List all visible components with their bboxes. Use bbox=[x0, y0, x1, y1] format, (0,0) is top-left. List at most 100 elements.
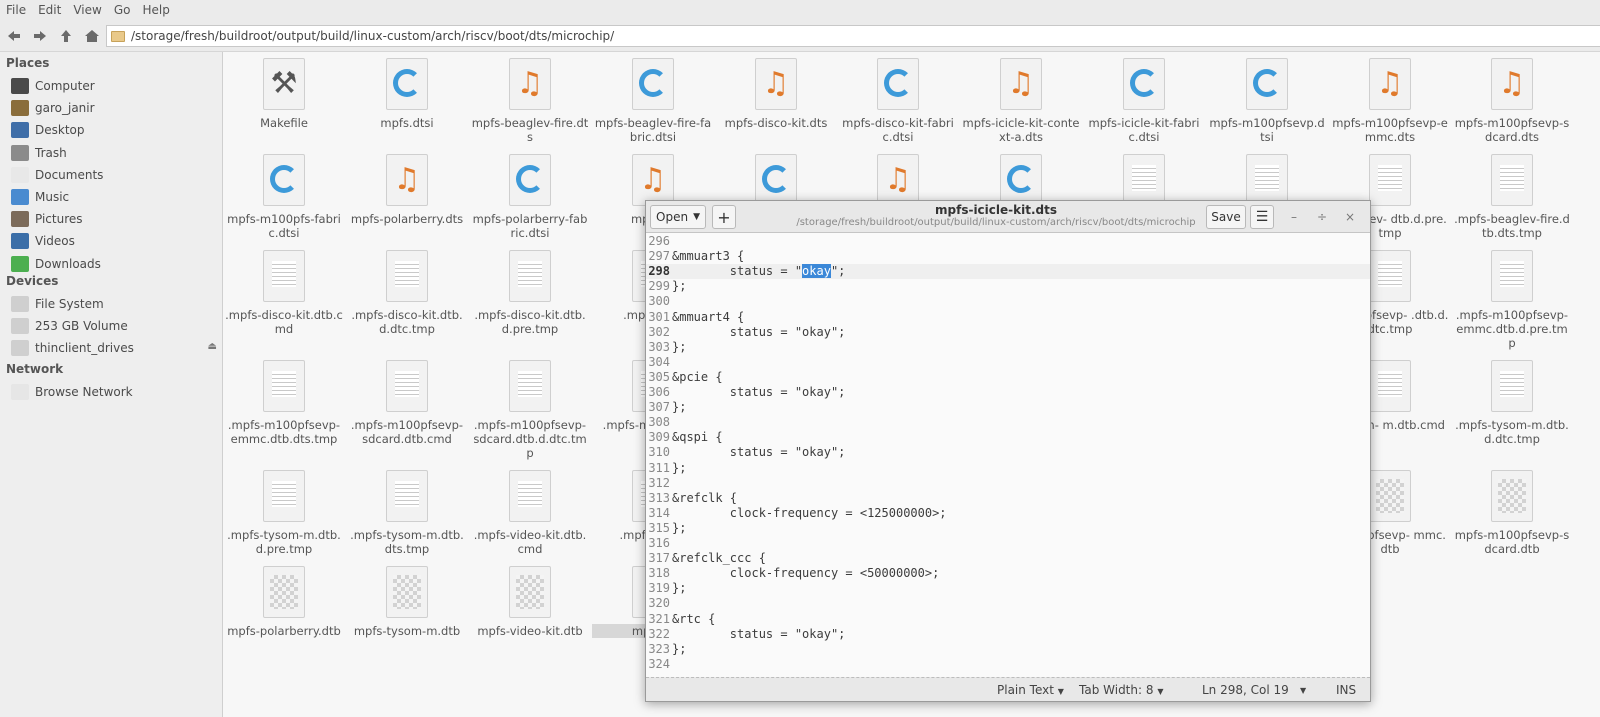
code-line: 307}; bbox=[646, 400, 1370, 415]
code-line: 321 &rtc { bbox=[646, 612, 1370, 627]
file-item[interactable]: mpfs-video-kit.dtb bbox=[469, 566, 591, 638]
file-item[interactable]: .mpfs-video-kit.dtb.cmd bbox=[469, 470, 591, 556]
minimize-button[interactable]: – bbox=[1286, 209, 1302, 225]
line-text: status = "okay"; bbox=[672, 385, 846, 399]
file-name: .mpfs-tysom-m.dtb.d.pre.tmp bbox=[227, 528, 341, 556]
maximize-button[interactable]: ÷ bbox=[1314, 209, 1330, 225]
file-item[interactable]: mpfs-polarberry.dtb bbox=[223, 566, 345, 638]
line-number: 307 bbox=[648, 400, 670, 415]
file-item[interactable]: mpfs-m100pfs-fabric.dtsi bbox=[223, 154, 345, 240]
file-item[interactable]: mpfs-beaglev-fire.dts bbox=[469, 58, 591, 144]
menu-view[interactable]: View bbox=[67, 3, 107, 17]
line-number: 324 bbox=[648, 656, 670, 671]
file-name: .mpfs-disco-kit.dtb.d.pre.tmp bbox=[474, 308, 586, 336]
line-number: 303 bbox=[648, 339, 670, 354]
file-item[interactable]: .mpfs-tysom-m.dtb.d.dtc.tmp bbox=[1451, 360, 1573, 446]
file-item[interactable]: .mpfs-m100pfsevp-emmc.dtb.dts.tmp bbox=[223, 360, 345, 446]
text-file-icon bbox=[1491, 154, 1533, 206]
line-number: 310 bbox=[648, 445, 670, 460]
tab-width-selector[interactable]: Tab Width: 8 ▼ bbox=[1079, 683, 1163, 697]
text-file-icon bbox=[263, 250, 305, 302]
new-tab-button[interactable]: + bbox=[712, 205, 736, 229]
file-item[interactable]: mpfs-m100pfsevp.dtsi bbox=[1206, 58, 1328, 144]
line-text: }; bbox=[672, 460, 687, 475]
file-item[interactable]: mpfs-polarberry.dts bbox=[346, 154, 468, 226]
line-text: status = "okay"; bbox=[672, 626, 846, 641]
sidebar-item-music[interactable]: Music bbox=[11, 187, 221, 207]
up-button[interactable] bbox=[56, 26, 76, 46]
sidebar-item-browse-network[interactable]: Browse Network bbox=[11, 382, 221, 402]
line-text: status = " bbox=[672, 264, 803, 279]
menu-help[interactable]: Help bbox=[136, 3, 175, 17]
back-button[interactable] bbox=[4, 26, 24, 46]
sidebar-item-pictures[interactable]: Pictures bbox=[11, 209, 221, 229]
code-line: 301 &mmuart4 { bbox=[646, 310, 1370, 325]
file-item[interactable]: .mpfs-disco-kit.dtb.d.pre.tmp bbox=[469, 250, 591, 336]
file-item[interactable]: .mpfs-beaglev-fire.dtb.dts.tmp bbox=[1451, 154, 1573, 240]
drive-icon bbox=[11, 340, 29, 357]
sidebar-item-downloads[interactable]: Downloads bbox=[11, 254, 221, 274]
code-area[interactable]: 296 297 &mmuart3 {298 status = "okay"; 299}… bbox=[646, 234, 1370, 676]
menu-file[interactable]: File bbox=[0, 3, 32, 17]
sidebar-item-file-system[interactable]: File System bbox=[11, 294, 221, 314]
save-label: Save bbox=[1211, 210, 1241, 224]
menu-edit[interactable]: Edit bbox=[32, 3, 67, 17]
file-item[interactable]: .mpfs-m100pfsevp-sdcard.dtb.d.dtc.tmp bbox=[469, 360, 591, 460]
file-item[interactable]: .mpfs-disco-kit.dtb.d.dtc.tmp bbox=[346, 250, 468, 336]
sidebar-item-videos[interactable]: Videos bbox=[11, 231, 221, 251]
text-file-icon bbox=[509, 360, 551, 412]
sidebar-item-trash[interactable]: Trash bbox=[11, 143, 221, 163]
file-name: mpfs-polarberry-fabric.dtsi bbox=[472, 212, 588, 240]
file-item[interactable]: .mpfs-m100pfsevp-emmc.dtb.d.pre.tmp bbox=[1451, 250, 1573, 350]
sidebar-item-desktop[interactable]: Desktop bbox=[11, 120, 221, 140]
insert-mode: INS bbox=[1336, 683, 1357, 697]
file-item[interactable]: mpfs-m100pfsevp-sdcard.dtb bbox=[1451, 470, 1573, 556]
line-number: 317 bbox=[648, 551, 670, 566]
file-name: .mpfs-video-kit.dtb.cmd bbox=[473, 528, 587, 556]
menu-bar: File Edit View Go Help bbox=[0, 0, 1600, 20]
text-file-icon bbox=[263, 470, 305, 522]
file-item[interactable]: .mpfs-disco-kit.dtb.cmd bbox=[223, 250, 345, 336]
file-item[interactable]: mpfs-tysom-m.dtb bbox=[346, 566, 468, 638]
menu-button[interactable]: ☰ bbox=[1250, 205, 1274, 229]
sidebar: Places Computer garo_janir Desktop Trash Docu… bbox=[0, 52, 223, 717]
file-item[interactable]: mpfs-icicle-kit-context-a.dts bbox=[960, 58, 1082, 144]
arrow-up-icon bbox=[61, 30, 71, 42]
dtb-file-icon bbox=[1491, 470, 1533, 522]
sidebar-item-thinclient-drives[interactable]: thinclient_drives ⏏ bbox=[11, 338, 221, 358]
position-menu-chevron-icon[interactable]: ▼ bbox=[1300, 686, 1306, 695]
eject-icon[interactable]: ⏏ bbox=[208, 341, 217, 352]
file-item[interactable]: .mpfs-tysom-m.dtb.d.pre.tmp bbox=[223, 470, 345, 556]
file-item[interactable]: mpfs-polarberry-fabric.dtsi bbox=[469, 154, 591, 240]
file-item[interactable]: mpfs-disco-kit-fabric.dtsi bbox=[837, 58, 959, 144]
file-item[interactable]: mpfs-icicle-kit-fabric.dtsi bbox=[1083, 58, 1205, 144]
language-selector[interactable]: Plain Text ▼ bbox=[997, 683, 1064, 697]
file-name: mpfs-m100pfsevp-sdcard.dts bbox=[1454, 116, 1570, 144]
forward-button[interactable] bbox=[30, 26, 50, 46]
file-name: .mpfs-disco-kit.dtb.cmd bbox=[225, 308, 343, 336]
line-number: 318 bbox=[648, 566, 670, 581]
file-item[interactable]: .mpfs-tysom-m.dtb.dts.tmp bbox=[346, 470, 468, 556]
sidebar-item-documents[interactable]: Documents bbox=[11, 165, 221, 185]
file-item[interactable]: Makefile bbox=[223, 58, 345, 130]
menu-go[interactable]: Go bbox=[108, 3, 137, 17]
sidebar-item-253-gb-volume[interactable]: 253 GB Volume bbox=[11, 316, 221, 336]
file-name: mpfs.dtsi bbox=[380, 116, 434, 130]
file-item[interactable]: mpfs-m100pfsevp-sdcard.dts bbox=[1451, 58, 1573, 144]
arrow-right-icon bbox=[34, 31, 46, 41]
save-button[interactable]: Save bbox=[1206, 205, 1246, 229]
file-item[interactable]: mpfs-beaglev-fire-fabric.dtsi bbox=[592, 58, 714, 144]
home-icon bbox=[85, 30, 99, 42]
home-button[interactable] bbox=[82, 26, 102, 46]
desktop-icon bbox=[11, 122, 29, 139]
line-text: &mmuart3 { bbox=[672, 249, 745, 264]
file-item[interactable]: mpfs.dtsi bbox=[346, 58, 468, 130]
location-bar[interactable]: /storage/fresh/buildroot/output/build/li… bbox=[106, 25, 1600, 47]
close-button[interactable]: × bbox=[1342, 209, 1358, 225]
open-button[interactable]: Open ▼ bbox=[650, 205, 706, 229]
sidebar-item-computer[interactable]: Computer bbox=[11, 76, 221, 96]
file-item[interactable]: mpfs-m100pfsevp-emmc.dts bbox=[1329, 58, 1451, 144]
file-item[interactable]: mpfs-disco-kit.dts bbox=[715, 58, 837, 130]
file-item[interactable]: .mpfs-m100pfsevp-sdcard.dtb.cmd bbox=[346, 360, 468, 446]
sidebar-item-garo-janir[interactable]: garo_janir bbox=[11, 98, 221, 118]
